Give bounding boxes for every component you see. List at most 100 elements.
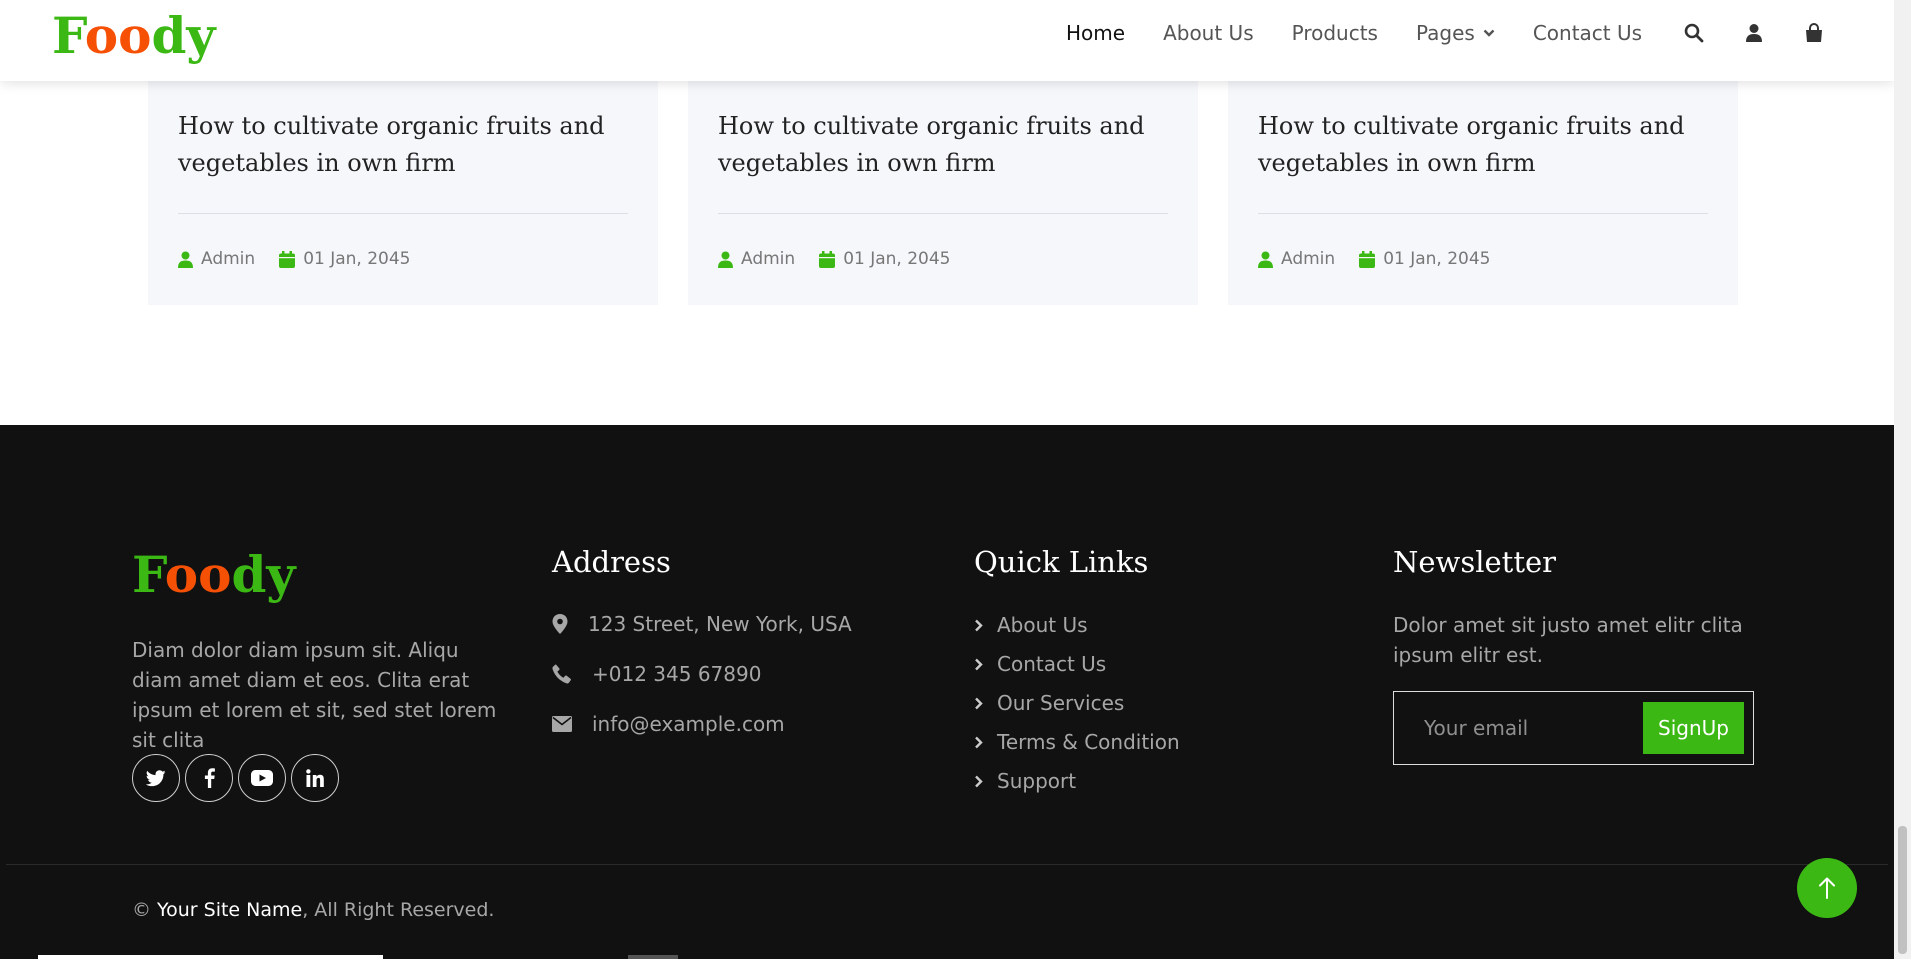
blog-card-title[interactable]: How to cultivate organic fruits and vege…	[178, 108, 638, 182]
nav-link-pages[interactable]: Pages	[1416, 21, 1495, 45]
footer-logo[interactable]: Foody	[132, 545, 295, 604]
card-divider	[1258, 213, 1708, 214]
address-phone: +012 345 67890	[552, 662, 761, 686]
nav-link-label: Pages	[1415, 21, 1475, 45]
nav-link-home[interactable]: Home	[1066, 21, 1125, 45]
twitter-button[interactable]	[132, 754, 180, 802]
quick-link-label: Terms & Condition	[997, 730, 1180, 754]
social-links	[132, 754, 344, 802]
user-icon	[718, 251, 733, 268]
page-scrollbar[interactable]	[1894, 0, 1911, 959]
chevron-right-icon	[975, 619, 983, 631]
blog-card[interactable]: How to cultivate organic fruits and vege…	[148, 81, 658, 305]
search-icon[interactable]	[1682, 20, 1706, 46]
chevron-right-icon	[975, 658, 983, 670]
envelope-icon	[552, 716, 572, 732]
facebook-icon	[204, 768, 215, 788]
quick-link-label: Contact Us	[997, 652, 1107, 676]
scrollbar-thumb[interactable]	[1898, 826, 1907, 954]
logo-letter-f: F	[52, 6, 85, 65]
nav-link-about[interactable]: About Us	[1163, 21, 1254, 45]
copyright-rest: , All Right Reserved.	[302, 899, 495, 921]
logo-letters-dy: dy	[151, 6, 216, 65]
logo-letter-f: F	[132, 545, 165, 604]
signup-button[interactable]: SignUp	[1643, 702, 1744, 754]
newsletter-text: Dolor amet sit justo amet elitr clita ip…	[1393, 613, 1743, 667]
email-input[interactable]	[1410, 704, 1624, 752]
nav-icons	[1682, 20, 1862, 46]
newsletter-heading: Newsletter	[1393, 545, 1557, 579]
footer-divider	[6, 864, 1888, 865]
blog-card-title[interactable]: How to cultivate organic fruits and vege…	[1258, 108, 1718, 182]
nav-links: Home About Us Products Pages Contact Us	[1066, 0, 1680, 66]
copyright-symbol: ©	[132, 899, 151, 921]
nav-link-label: Home	[1066, 21, 1126, 45]
card-meta: Admin 01 Jan, 2045	[178, 249, 435, 269]
user-icon[interactable]	[1742, 20, 1766, 46]
footer-about-text: Diam dolor diam ipsum sit. Aliqu diam am…	[132, 638, 497, 752]
author-meta: Admin	[178, 249, 255, 269]
quick-link-terms[interactable]: Terms & Condition	[974, 730, 1180, 754]
facebook-button[interactable]	[185, 754, 233, 802]
quick-link-label: Our Services	[997, 691, 1125, 715]
user-icon	[178, 251, 193, 268]
nav-link-label: Products	[1291, 21, 1378, 45]
card-divider	[718, 213, 1168, 214]
bottom-strip	[38, 955, 383, 959]
logo-letters-dy: dy	[231, 545, 296, 604]
quick-link-support[interactable]: Support	[974, 769, 1076, 793]
twitter-icon	[146, 769, 166, 786]
blog-card[interactable]: How to cultivate organic fruits and vege…	[1228, 81, 1738, 305]
post-date: 01 Jan, 2045	[1383, 249, 1491, 269]
street-text: 123 Street, New York, USA	[588, 612, 852, 636]
navbar: Foody Home About Us Products Pages Conta…	[0, 0, 1894, 81]
card-divider	[178, 213, 628, 214]
chevron-down-icon	[1483, 29, 1495, 37]
linkedin-button[interactable]	[291, 754, 339, 802]
arrow-up-icon	[1819, 877, 1835, 899]
shopping-bag-icon[interactable]	[1802, 20, 1826, 46]
nav-link-label: About Us	[1163, 21, 1254, 45]
post-date: 01 Jan, 2045	[843, 249, 951, 269]
logo-letters-oo: oo	[84, 6, 152, 65]
card-meta: Admin 01 Jan, 2045	[718, 249, 975, 269]
map-marker-icon	[552, 614, 568, 634]
quick-link-contact[interactable]: Contact Us	[974, 652, 1106, 676]
site-name-link[interactable]: Your Site Name	[157, 899, 302, 921]
calendar-icon	[1359, 250, 1376, 268]
blog-card-title[interactable]: How to cultivate organic fruits and vege…	[718, 108, 1178, 182]
email-text[interactable]: info@example.com	[592, 712, 785, 736]
brand-logo[interactable]: Foody	[52, 6, 215, 65]
calendar-icon	[279, 250, 296, 268]
footer: Foody Diam dolor diam ipsum sit. Aliqu d…	[0, 425, 1894, 959]
card-meta: Admin 01 Jan, 2045	[1258, 249, 1515, 269]
nav-link-label: Contact Us	[1532, 21, 1643, 45]
calendar-icon	[819, 250, 836, 268]
author-name: Admin	[201, 249, 256, 269]
back-to-top-button[interactable]	[1797, 858, 1857, 918]
quick-link-about[interactable]: About Us	[974, 613, 1088, 637]
nav-link-products[interactable]: Products	[1292, 21, 1378, 45]
blog-card[interactable]: How to cultivate organic fruits and vege…	[688, 81, 1198, 305]
nav-link-contact[interactable]: Contact Us	[1533, 21, 1642, 45]
page: Foody Home About Us Products Pages Conta…	[0, 0, 1894, 959]
address-street: 123 Street, New York, USA	[552, 612, 852, 636]
youtube-icon	[251, 770, 273, 786]
phone-text: +012 345 67890	[592, 662, 762, 686]
user-icon	[1258, 251, 1273, 268]
chevron-right-icon	[975, 697, 983, 709]
author-name: Admin	[1281, 249, 1336, 269]
bottom-strip	[628, 955, 678, 959]
quick-link-services[interactable]: Our Services	[974, 691, 1124, 715]
chevron-right-icon	[975, 775, 983, 787]
linkedin-icon	[306, 769, 324, 787]
copyright-text: © Your Site Name, All Right Reserved.	[132, 899, 494, 921]
date-meta: 01 Jan, 2045	[819, 249, 951, 269]
quick-links-heading: Quick Links	[974, 545, 1149, 579]
address-email: info@example.com	[552, 712, 785, 736]
post-date: 01 Jan, 2045	[303, 249, 411, 269]
author-name: Admin	[741, 249, 796, 269]
author-meta: Admin	[718, 249, 795, 269]
youtube-button[interactable]	[238, 754, 286, 802]
logo-letters-oo: oo	[164, 545, 232, 604]
